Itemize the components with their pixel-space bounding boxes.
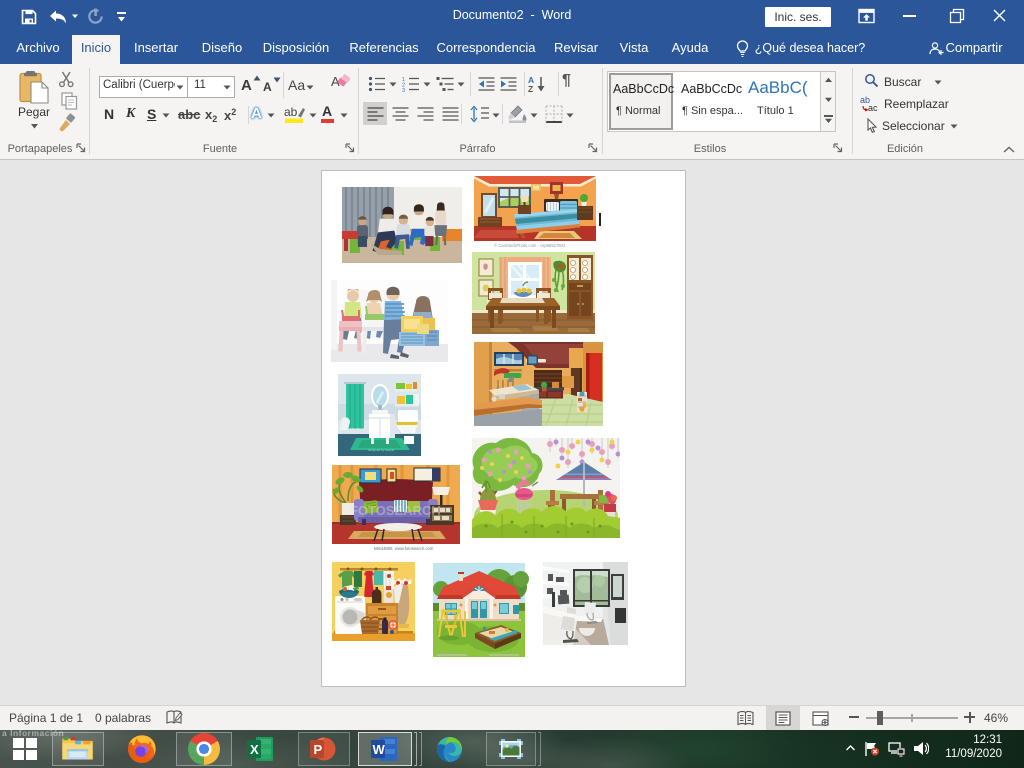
svg-text:X: X (250, 742, 259, 757)
svg-text:designed by freepik: designed by freepik (368, 448, 395, 452)
svg-text:W: W (373, 742, 386, 757)
svg-text:FOTOSEARCH: FOTOSEARCH (350, 503, 441, 518)
svg-text:P: P (314, 742, 323, 757)
svg-text:ab: ab (284, 105, 298, 119)
svg-text:Z: Z (528, 84, 533, 93)
svg-text:dreamstime: dreamstime (437, 651, 452, 655)
svg-text:3: 3 (402, 88, 405, 92)
svg-text:ac: ac (868, 103, 878, 112)
